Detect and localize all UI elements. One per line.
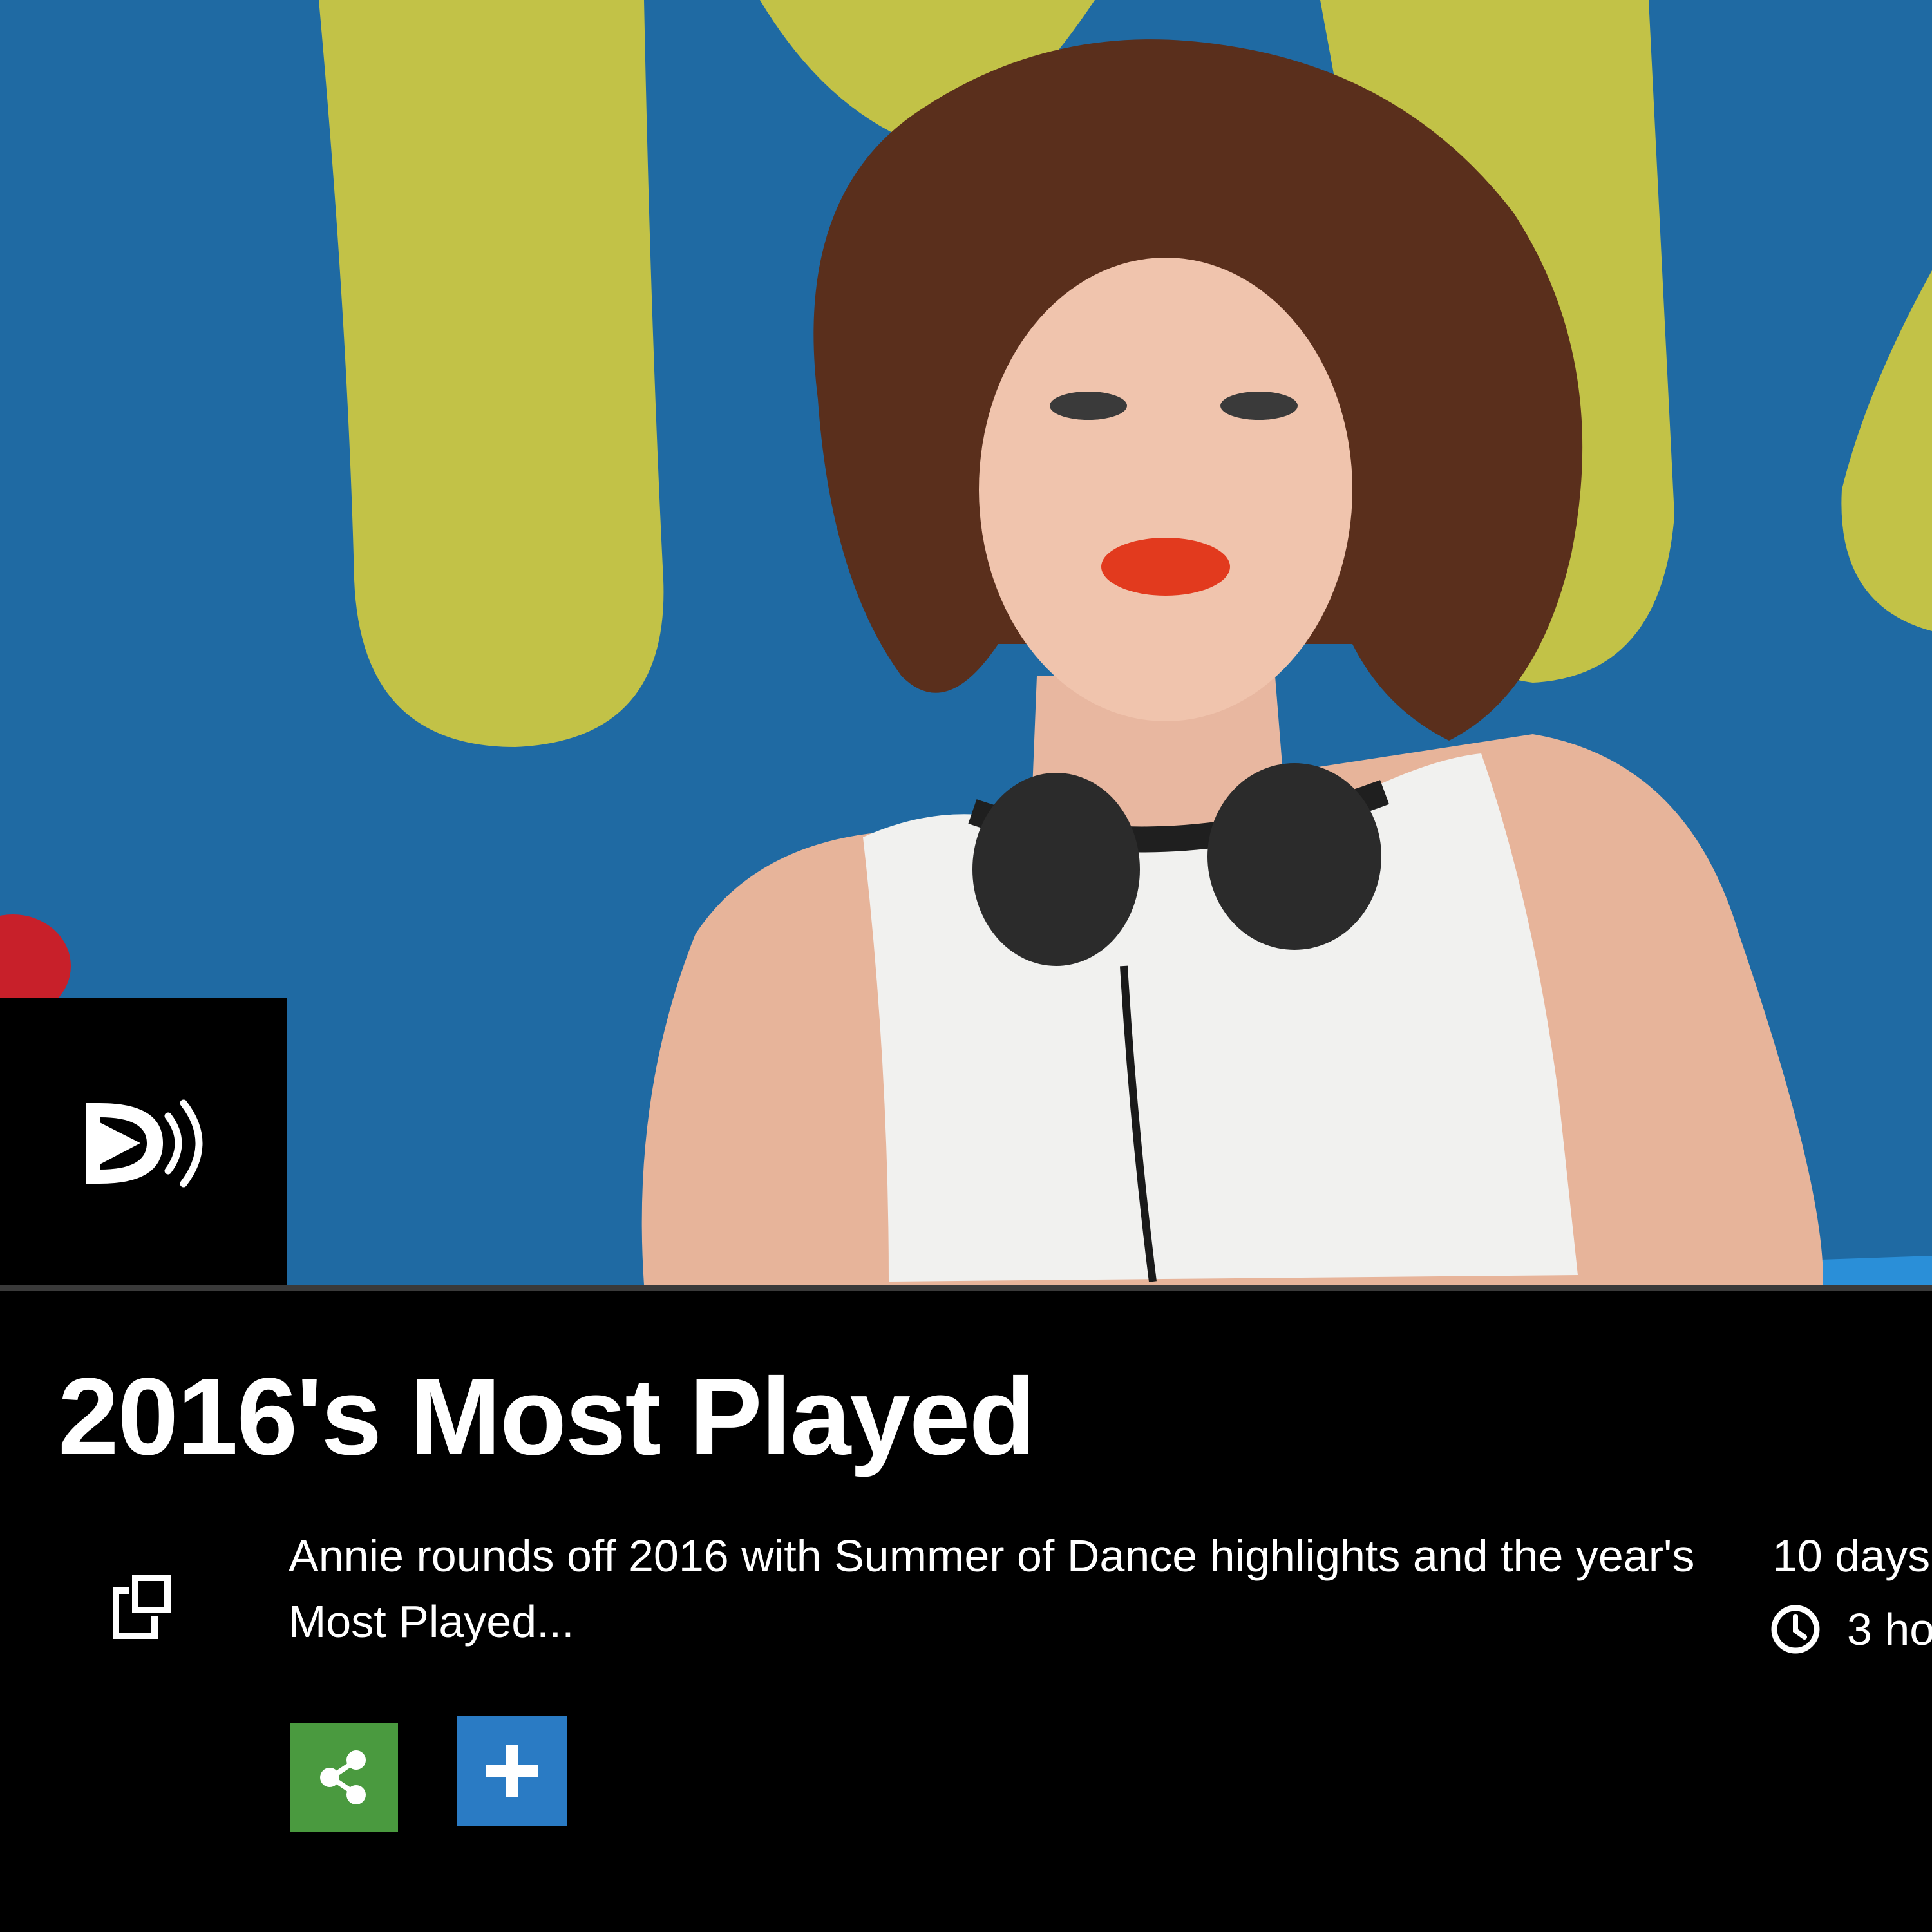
external-link-icon (113, 1575, 171, 1639)
plus-icon (486, 1745, 538, 1797)
hero-illustration (0, 0, 1932, 1285)
duration-text: 3 ho (1847, 1604, 1932, 1654)
audio-badge (0, 998, 287, 1285)
episode-info-panel: 2016's Most Played Annie rounds off 2016… (0, 1291, 1932, 1932)
episode-page: 2016's Most Played Annie rounds off 2016… (0, 0, 1932, 1932)
add-to-playlist-button[interactable] (457, 1716, 567, 1826)
hero-divider (0, 1285, 1932, 1291)
clock-icon (1771, 1605, 1820, 1654)
episode-description: Annie rounds off 2016 with Summer of Dan… (289, 1531, 1695, 1647)
share-button[interactable] (290, 1723, 398, 1832)
duration-row: 3 ho (1770, 1597, 1932, 1662)
audio-play-icon (86, 1099, 203, 1187)
availability-text: 10 days (1772, 1531, 1931, 1581)
hero-image (0, 0, 1932, 1285)
episode-title: 2016's Most Played (58, 1356, 1036, 1478)
share-icon (320, 1750, 366, 1804)
external-link-button[interactable] (103, 1568, 180, 1645)
